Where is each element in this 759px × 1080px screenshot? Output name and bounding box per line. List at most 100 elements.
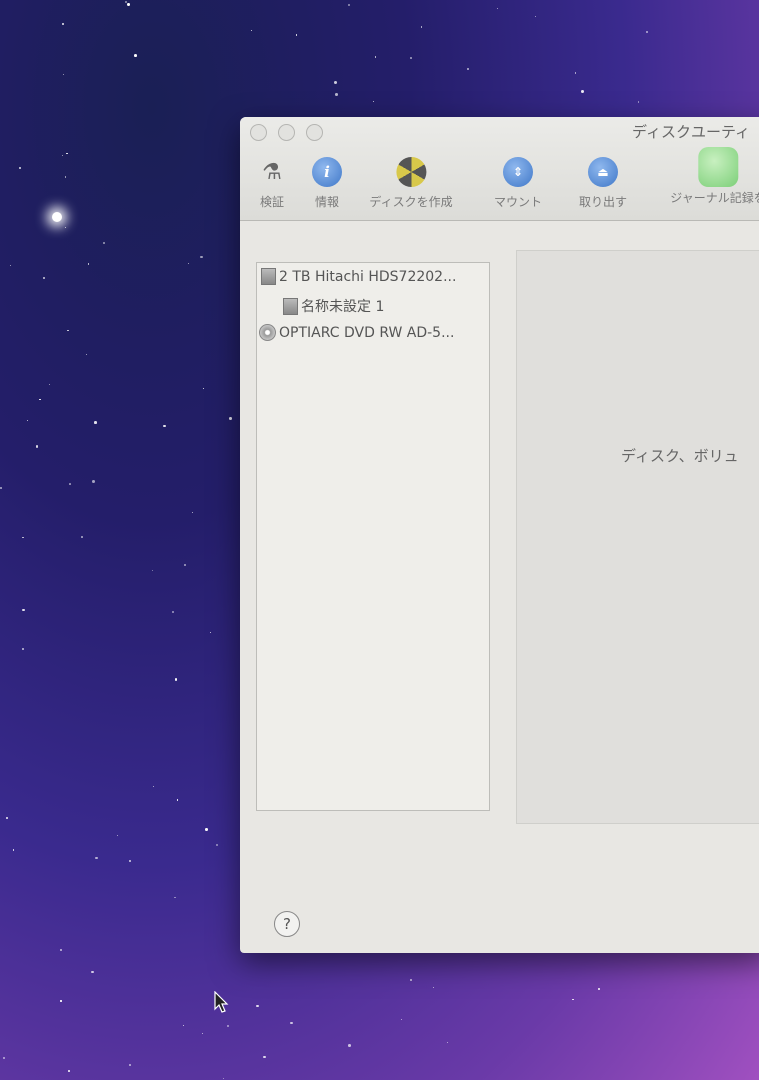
- disk-item-dvd[interactable]: OPTIARC DVD RW AD-5...: [259, 324, 454, 341]
- star: [81, 536, 84, 538]
- star: [36, 445, 39, 448]
- verify-button[interactable]: ⚗ 検証: [257, 157, 287, 210]
- star: [188, 263, 190, 265]
- star: [334, 93, 338, 96]
- star: [400, 1018, 402, 1020]
- star: [103, 241, 105, 244]
- star: [200, 255, 203, 259]
- star: [410, 56, 412, 59]
- mount-button[interactable]: ⇕ マウント: [494, 157, 542, 210]
- star: [2, 1056, 5, 1059]
- star: [22, 648, 25, 651]
- microscope-icon: ⚗: [262, 159, 282, 185]
- star: [256, 1004, 259, 1008]
- bright-star: [52, 212, 62, 222]
- star: [174, 896, 176, 899]
- minimize-button[interactable]: [278, 124, 295, 141]
- star: [60, 1000, 62, 1002]
- star: [209, 632, 211, 634]
- disk-item-hitachi[interactable]: 2 TB Hitachi HDS72202...: [261, 268, 456, 285]
- star: [228, 417, 232, 420]
- journal-label: ジャーナル記録を: [670, 191, 759, 205]
- mouse-cursor-icon: [214, 991, 229, 1013]
- title-bar: ディスクユーティ ⚗ 検証 i 情報 ディスクを作成 ⇕ マウント ⏏ 取り出す…: [240, 117, 759, 221]
- star: [43, 277, 45, 280]
- star: [18, 166, 21, 170]
- star: [85, 354, 87, 356]
- star: [126, 3, 130, 6]
- select-disk-message: ディスク、ボリュ: [621, 447, 739, 465]
- star: [91, 479, 95, 483]
- burn-button[interactable]: ディスクを作成: [369, 157, 453, 210]
- star: [6, 816, 9, 819]
- star: [39, 398, 42, 401]
- star: [223, 1078, 225, 1080]
- star: [22, 608, 25, 612]
- star: [205, 827, 208, 831]
- disk-label: 2 TB Hitachi HDS72202...: [279, 268, 457, 285]
- star: [91, 970, 94, 974]
- star: [152, 786, 154, 788]
- star: [446, 1041, 448, 1044]
- star: [432, 986, 434, 988]
- star: [372, 100, 374, 102]
- star: [409, 978, 412, 981]
- star: [133, 54, 137, 57]
- star: [203, 388, 205, 390]
- star: [151, 569, 154, 572]
- optical-disc-icon: [259, 324, 276, 341]
- zoom-button[interactable]: [306, 124, 323, 141]
- star: [226, 1024, 229, 1027]
- star: [290, 1021, 293, 1025]
- star: [202, 1032, 204, 1034]
- info-button[interactable]: i 情報: [312, 157, 342, 210]
- star: [334, 81, 338, 85]
- eject-icon: ⏏: [587, 157, 618, 187]
- star: [62, 155, 64, 157]
- burn-icon: [395, 157, 426, 187]
- journal-button[interactable]: ジャーナル記録を: [670, 147, 759, 206]
- disk-list[interactable]: 2 TB Hitachi HDS72202... 名称未設定 1 OPTIARC…: [256, 262, 490, 811]
- star: [62, 22, 65, 25]
- star: [64, 176, 67, 179]
- star: [176, 799, 179, 801]
- window-title: ディスクユーティ: [632, 123, 751, 141]
- verify-label: 検証: [259, 195, 284, 209]
- star: [62, 73, 65, 76]
- star: [182, 1024, 184, 1026]
- info-label: 情報: [314, 195, 339, 209]
- star: [467, 67, 470, 71]
- volume-label: 名称未設定 1: [301, 299, 385, 315]
- star: [296, 34, 298, 36]
- star: [174, 678, 178, 681]
- help-button[interactable]: ?: [274, 911, 300, 937]
- disk-utility-window: ディスクユーティ ⚗ 検証 i 情報 ディスクを作成 ⇕ マウント ⏏ 取り出す…: [240, 117, 759, 953]
- star: [215, 843, 219, 846]
- star: [66, 152, 68, 155]
- star: [129, 859, 132, 862]
- eject-button[interactable]: ⏏ 取り出す: [579, 157, 627, 210]
- star: [163, 425, 166, 428]
- burn-label: ディスクを作成: [369, 195, 453, 209]
- journal-icon: [698, 147, 738, 187]
- star: [67, 1069, 70, 1072]
- star: [67, 329, 69, 332]
- star: [420, 26, 423, 28]
- close-button[interactable]: [250, 124, 267, 141]
- star: [26, 420, 28, 422]
- mount-icon: ⇕: [502, 157, 533, 187]
- star: [574, 72, 577, 74]
- star: [348, 3, 351, 7]
- star: [496, 8, 498, 10]
- star: [638, 101, 640, 103]
- star: [534, 15, 536, 17]
- detail-pane: ディスク、ボリュ: [516, 250, 759, 824]
- volume-icon: [283, 297, 298, 315]
- volume-item-untitled[interactable]: 名称未設定 1: [283, 296, 384, 316]
- star: [65, 227, 67, 229]
- star: [192, 512, 194, 514]
- star: [597, 987, 600, 990]
- mount-label: マウント: [493, 195, 543, 209]
- hard-disk-icon: [261, 268, 276, 285]
- star: [581, 90, 585, 94]
